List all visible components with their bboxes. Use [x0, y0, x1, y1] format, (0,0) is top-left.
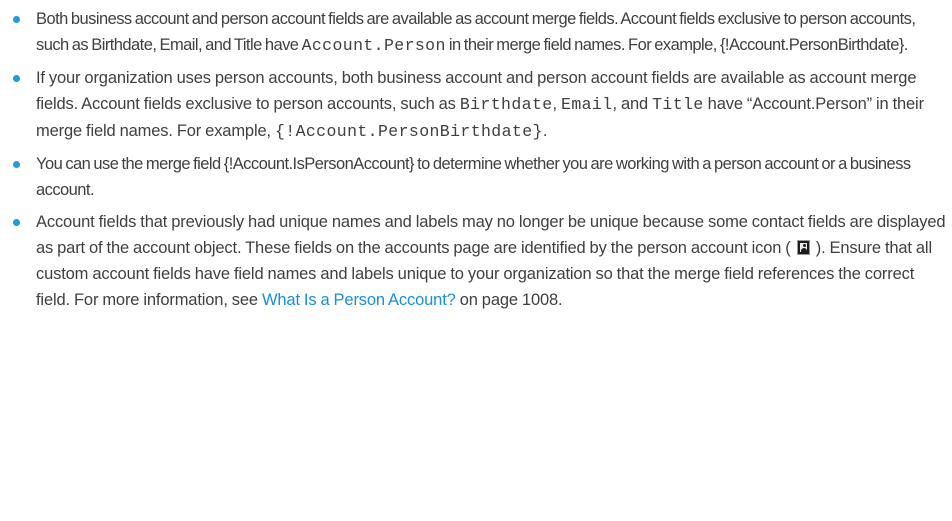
- list-item: You can use the merge field {!Account.Is…: [0, 151, 946, 203]
- bullet-dot: [13, 75, 20, 82]
- person-account-icon: [796, 240, 810, 255]
- list-item: If your organization uses person account…: [0, 65, 946, 145]
- bullet-text: , and: [612, 95, 653, 113]
- bullet-text: ,: [552, 95, 562, 113]
- bullet-text: on page 1008.: [455, 291, 563, 309]
- bullet-dot: [13, 219, 20, 226]
- bullet-text: .: [542, 122, 548, 140]
- code-text: Title: [652, 95, 704, 114]
- bullet-text: You can use the merge field {!Account.Is…: [36, 155, 911, 199]
- bullet-dot: [13, 16, 20, 23]
- code-text: Account.Person: [301, 36, 446, 55]
- code-text: Email: [561, 95, 613, 114]
- bullet-text: in their merge field names. For example,…: [445, 36, 908, 54]
- bullet-list: Both business account and person account…: [0, 6, 946, 313]
- list-item: Both business account and person account…: [0, 6, 946, 59]
- list-item: Account fields that previously had uniqu…: [0, 209, 946, 313]
- document-page: Both business account and person account…: [0, 0, 952, 521]
- code-text: {!Account.PersonBirthdate}: [274, 122, 543, 141]
- bullet-dot: [13, 161, 20, 168]
- person-account-link[interactable]: What Is a Person Account?: [262, 291, 456, 309]
- code-text: Birthdate: [459, 95, 553, 114]
